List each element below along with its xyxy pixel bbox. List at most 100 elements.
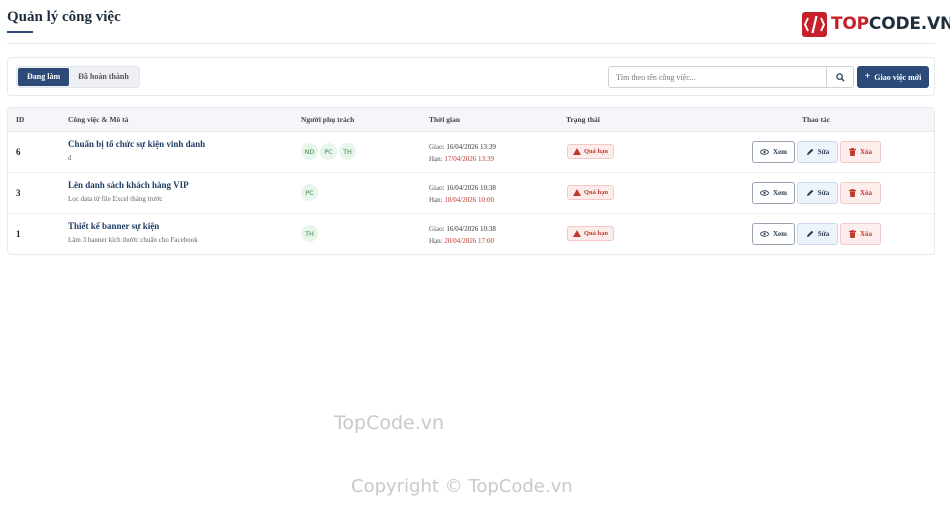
table-row: 1 Thiết kế banner sự kiện Làm 3 banner k… [8,214,934,254]
task-description: d [68,154,72,162]
table-row: 6 Chuẩn bị tổ chức sự kiện vinh danh d N… [8,132,934,173]
row-actions: Xem Sửa Xóa [752,223,881,245]
pencil-icon [806,148,814,155]
status-badge: Quá hạn [567,226,615,241]
assignee-list: ND PC TH [301,143,356,160]
toolbar: Đang làm Đã hoàn thành + Giao việc mới [7,57,935,96]
assigned-label: Giao: [429,225,445,233]
eye-icon [760,190,769,196]
delete-button[interactable]: Xóa [840,223,881,245]
view-label: Xem [773,230,787,238]
status-badge: Quá hạn [567,144,615,159]
eye-icon [760,231,769,237]
task-id: 3 [16,188,21,198]
warning-icon [573,189,581,196]
trash-icon [848,230,856,238]
avatar: TH [301,225,318,242]
task-table: ID Công việc & Mô tả Người phụ trách Thờ… [7,107,935,255]
title-underline [7,31,33,33]
edit-label: Sửa [817,230,830,238]
task-id: 6 [16,147,21,157]
warning-icon [573,230,581,237]
task-id: 1 [16,229,21,239]
eye-icon [760,149,769,155]
delete-label: Xóa [859,189,873,197]
status-label: Quá hạn [584,148,609,155]
search-input[interactable] [609,67,826,87]
edit-button[interactable]: Sửa [797,182,838,204]
tab-in-progress[interactable]: Đang làm [18,68,70,86]
task-time: Giao: 16/04/2026 10:38 Hạn: 18/04/2026 1… [429,182,496,206]
search-button[interactable] [826,67,853,87]
avatar: PC [320,143,337,160]
add-task-button[interactable]: + Giao việc mới [857,66,929,88]
search-icon [835,72,845,82]
trash-icon [848,189,856,197]
table-row: 3 Lên danh sách khách hàng VIP Lọc data … [8,173,934,214]
logo-text: TOPCODE.VN [831,14,950,34]
plus-icon: + [864,71,871,82]
header-status: Trạng thái [566,115,600,124]
header-id: ID [16,115,25,124]
task-title[interactable]: Lên danh sách khách hàng VIP [68,180,189,190]
assignee-list: PC [301,184,318,201]
copyright-watermark: Copyright © TopCode.vn [351,476,573,497]
assigned-label: Giao: [429,184,445,192]
due-label: Hạn: [429,155,443,163]
row-actions: Xem Sửa Xóa [752,141,881,163]
assigned-date: 16/04/2026 13:39 [446,143,496,151]
header-assignee: Người phụ trách [301,115,355,124]
header-task: Công việc & Mô tả [68,115,129,124]
avatar: PC [301,184,318,201]
view-button[interactable]: Xem [752,182,795,204]
task-time: Giao: 16/04/2026 13:39 Hạn: 17/04/2026 1… [429,141,496,165]
pencil-icon [806,230,814,237]
view-label: Xem [773,148,787,156]
add-task-label: Giao việc mới [874,72,922,82]
avatar: TH [339,143,356,160]
edit-label: Sửa [817,148,830,156]
delete-button[interactable]: Xóa [840,141,881,163]
edit-button[interactable]: Sửa [797,223,838,245]
table-header: ID Công việc & Mô tả Người phụ trách Thờ… [8,108,934,132]
trash-icon [848,148,856,156]
due-date: 17/04/2026 13:39 [444,155,494,163]
view-button[interactable]: Xem [752,223,795,245]
status-label: Quá hạn [584,230,609,237]
status-tabs: Đang làm Đã hoàn thành [16,66,140,88]
delete-label: Xóa [859,230,873,238]
watermark-text: TopCode.vn [334,412,445,434]
header-time: Thời gian [429,115,461,124]
page-title: Quản lý công việc [7,9,121,25]
assigned-date: 16/04/2026 10:38 [446,184,496,192]
status-badge: Quá hạn [567,185,615,200]
assignee-list: TH [301,225,318,242]
task-time: Giao: 16/04/2026 10:38 Hạn: 20/04/2026 1… [429,223,496,247]
due-date: 20/04/2026 17:00 [444,237,494,245]
topcode-logo[interactable]: TOPCODE.VN [802,11,950,37]
topcode-logo-icon [802,11,827,37]
pencil-icon [806,189,814,196]
task-description: Làm 3 banner kích thước chuẩn cho Facebo… [68,236,198,244]
task-description: Lọc data từ file Excel tháng trước [68,195,163,203]
edit-label: Sửa [817,189,830,197]
edit-button[interactable]: Sửa [797,141,838,163]
row-actions: Xem Sửa Xóa [752,182,881,204]
due-label: Hạn: [429,237,443,245]
delete-button[interactable]: Xóa [840,182,881,204]
due-label: Hạn: [429,196,443,204]
page-header: Quản lý công việc [7,0,935,44]
assigned-date: 16/04/2026 10:38 [446,225,496,233]
task-title[interactable]: Chuẩn bị tổ chức sự kiện vinh danh [68,139,205,149]
warning-icon [573,148,581,155]
assigned-label: Giao: [429,143,445,151]
due-date: 18/04/2026 10:00 [444,196,494,204]
status-label: Quá hạn [584,189,609,196]
view-button[interactable]: Xem [752,141,795,163]
header-actions: Thao tác [802,115,831,124]
delete-label: Xóa [859,148,873,156]
tab-completed[interactable]: Đã hoàn thành [69,68,138,86]
search-box [608,66,854,88]
task-title[interactable]: Thiết kế banner sự kiện [68,221,159,231]
avatar: ND [301,143,318,160]
